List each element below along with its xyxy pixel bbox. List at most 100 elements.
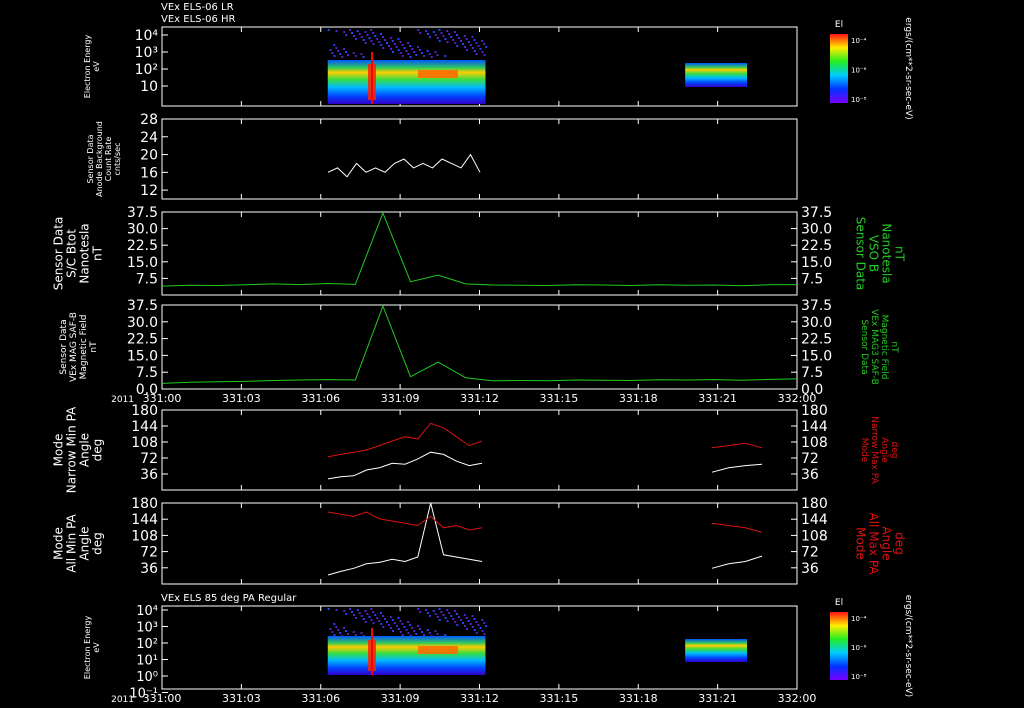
spectrogram-speckle xyxy=(426,50,429,52)
spectrogram-speckle xyxy=(477,45,480,47)
series-line xyxy=(711,555,763,569)
spectrogram-speckle xyxy=(460,40,462,42)
spectrogram-speckle xyxy=(481,630,484,632)
y-axis-label-line: S/C Btot xyxy=(65,229,79,278)
panel-frame xyxy=(161,409,798,491)
spectrogram-speckle xyxy=(423,634,425,636)
spectrogram-speckle xyxy=(382,615,384,617)
spectrogram-speckle xyxy=(405,50,408,52)
y-tick-label: 10⁰ xyxy=(136,670,158,685)
spectrogram-speckle xyxy=(395,625,398,627)
spectrogram-speckle xyxy=(419,32,422,34)
spectrogram-speckle xyxy=(456,45,459,47)
spectrogram-speckle xyxy=(382,47,385,49)
y-tick-label-right: 37.5 xyxy=(801,205,832,221)
spectrogram-speckle xyxy=(335,609,338,611)
time-tick-label: 331:03 xyxy=(222,692,261,705)
spectrogram-speckle xyxy=(341,56,344,58)
y-tick-label: 22.5 xyxy=(127,238,158,254)
spectrogram-speckle xyxy=(407,632,410,634)
colorbar-units-text: ergs/(cm**2-sr-sec-eV) xyxy=(903,17,913,119)
time-tick-label: 331:09 xyxy=(381,692,420,705)
y-axis-label: Mode Narrow Min PA Angle deg xyxy=(52,406,105,493)
spectrogram-speckle xyxy=(393,43,396,45)
spectrogram-band xyxy=(418,70,458,78)
y-axis-label-line: Anode Background xyxy=(95,121,104,197)
right-axis-label-line: Mode xyxy=(854,527,868,560)
spectrogram-speckle xyxy=(471,615,474,617)
y-axis-label: Electron Energy eV xyxy=(83,35,101,99)
y-tick-label: 36 xyxy=(140,561,158,577)
spectrogram-speckle xyxy=(372,622,375,624)
series-line xyxy=(327,511,483,531)
y-tick-label-right: 15.0 xyxy=(801,348,832,364)
spectrogram-spike xyxy=(371,52,373,104)
spectrogram-speckle xyxy=(438,608,441,610)
y-tick-label: 7.5 xyxy=(136,365,158,381)
spectrogram-speckle xyxy=(349,29,351,31)
y-tick-label: 10⁴ xyxy=(135,28,159,44)
spectrogram-speckle xyxy=(475,621,478,623)
spectrogram-speckle xyxy=(345,51,347,53)
spectrogram-speckle xyxy=(473,629,476,631)
y-axis-label-line: Narrow Min PA xyxy=(65,406,79,493)
spectrogram-speckle xyxy=(411,48,414,50)
right-axis-label-line: Angle xyxy=(879,437,889,463)
spectrogram-speckle xyxy=(409,624,412,626)
y-axis-label-line: Count Rate xyxy=(104,137,113,182)
spectrogram-speckle xyxy=(466,49,468,51)
spectrogram-speckle xyxy=(467,41,470,43)
spectrogram-speckle xyxy=(460,619,462,621)
y-tick-label: 28 xyxy=(140,112,158,128)
spectrogram-speckle xyxy=(428,632,431,634)
spectrogram-speckle xyxy=(442,614,445,616)
spectrogram-speckle xyxy=(351,32,353,34)
y-tick-label-right: 108 xyxy=(801,435,828,451)
y-axis-label-line: deg xyxy=(91,439,105,462)
spectrogram-speckle xyxy=(329,628,332,630)
spectrogram-speckle xyxy=(481,619,484,621)
panel-frame xyxy=(161,304,798,390)
spectrogram-speckle xyxy=(337,629,340,631)
y-tick-label: 37.5 xyxy=(127,298,158,314)
spectrogram-speckle xyxy=(423,55,425,57)
spectrogram-speckle xyxy=(407,621,410,623)
spectrogram-speckle xyxy=(356,30,359,32)
spectrogram-speckle xyxy=(341,635,344,637)
time-tick-label: 331:21 xyxy=(698,392,737,405)
y-tick-label: 144 xyxy=(131,419,158,435)
spectrogram-speckle xyxy=(403,47,406,49)
spectrogram-speckle xyxy=(417,608,420,610)
spectrogram-speckle xyxy=(360,632,363,634)
spectrogram-block xyxy=(685,63,748,87)
y-axis-label: Mode All Min PA Angle deg xyxy=(52,513,105,572)
series-line xyxy=(327,502,483,576)
spectrogram-speckle xyxy=(384,39,386,41)
spectrogram-speckle xyxy=(473,618,476,620)
y-tick-label: 72 xyxy=(140,451,158,467)
spectrogram-speckle xyxy=(440,611,443,613)
spectrogram-speckle xyxy=(401,623,404,625)
spectrogram-speckle xyxy=(345,630,347,632)
y-tick-label: 0.0 xyxy=(136,382,158,398)
spectrogram-speckle xyxy=(483,633,486,635)
spectrogram-speckle xyxy=(380,612,382,614)
colorbar-tick-label: 10⁻⁶ xyxy=(851,67,867,75)
spectrogram-speckle xyxy=(442,35,445,37)
spectrogram-speckle xyxy=(428,53,431,55)
spectrogram-speckle xyxy=(465,38,468,40)
panel-frame xyxy=(161,211,798,296)
spectrogram-speckle xyxy=(475,632,478,634)
colorbar-tick-label: 10⁻⁸ xyxy=(851,96,867,104)
spectrogram-speckle xyxy=(355,617,357,619)
y-tick-label: 10³ xyxy=(135,45,158,61)
spectrogram-speckle xyxy=(333,623,336,625)
y-axis-label: Electron Energy eV xyxy=(83,616,101,680)
spectrogram-speckle xyxy=(427,612,429,614)
y-tick-label: 10³ xyxy=(136,621,158,636)
spectrogram-speckle xyxy=(419,611,422,613)
spectrogram-speckle xyxy=(469,44,472,46)
spectrogram-speckle xyxy=(446,30,449,32)
y-axis-label-line: Sensor Data xyxy=(86,134,95,183)
y-axis-label-line: Electron Energy xyxy=(83,35,92,99)
